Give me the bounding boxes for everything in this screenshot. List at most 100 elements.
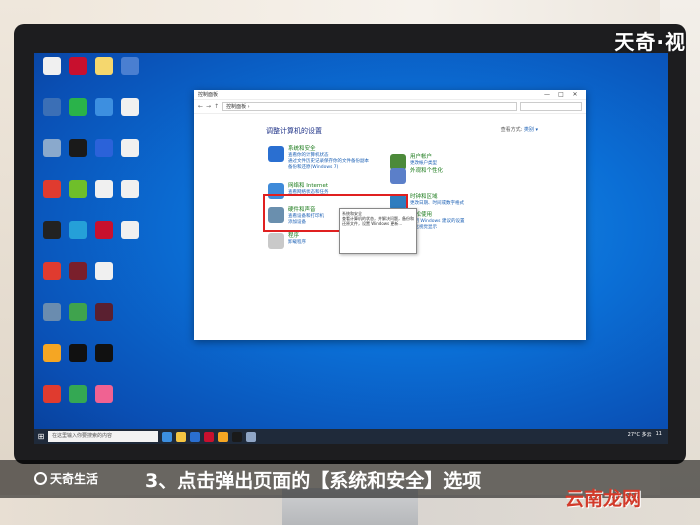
category-left-0[interactable]: 系统和安全 查看你的计算机状态 通过文件历史记录保存你的文件备份副本 备份和还原(Wi… bbox=[268, 146, 369, 171]
category-sub-link[interactable]: 更改帐户类型 bbox=[410, 161, 437, 167]
desktop-app-icon[interactable] bbox=[92, 98, 116, 116]
app-glyph-icon bbox=[95, 344, 113, 362]
taskbar-app-icon[interactable] bbox=[232, 431, 242, 442]
app-glyph-icon bbox=[121, 139, 139, 157]
taskbar-search-input[interactable]: 在这里输入你要搜索的内容 bbox=[48, 431, 158, 442]
app-glyph-icon bbox=[95, 57, 113, 75]
taskbar-app-icon[interactable] bbox=[190, 431, 200, 442]
desktop-app-icon[interactable] bbox=[118, 139, 142, 157]
category-title[interactable]: 轻松使用 bbox=[410, 212, 464, 219]
desktop-app-icon[interactable] bbox=[66, 57, 90, 75]
window-title: 控制面板 bbox=[198, 92, 219, 98]
desktop-app-icon[interactable] bbox=[40, 262, 64, 280]
desktop-app-icon[interactable] bbox=[66, 180, 90, 198]
category-title[interactable]: 外观和个性化 bbox=[410, 168, 443, 175]
category-sub-link[interactable]: 更改日期、时间或数字格式 bbox=[410, 201, 464, 207]
desktop-app-icon[interactable] bbox=[92, 303, 116, 321]
category-title[interactable]: 系统和安全 bbox=[288, 146, 369, 153]
desktop-app-icon[interactable] bbox=[66, 344, 90, 362]
desktop-app-icon[interactable] bbox=[92, 344, 116, 362]
category-icon bbox=[268, 146, 284, 162]
address-bar[interactable]: 控制面板 › bbox=[222, 102, 517, 111]
desktop-app-icon[interactable] bbox=[118, 221, 142, 239]
app-glyph-icon bbox=[69, 180, 87, 198]
app-glyph-icon bbox=[95, 180, 113, 198]
category-sub-link[interactable]: 卸载程序 bbox=[288, 240, 306, 246]
desktop-app-icon[interactable] bbox=[40, 303, 64, 321]
maximize-button[interactable]: □ bbox=[554, 91, 568, 98]
app-glyph-icon bbox=[121, 221, 139, 239]
up-arrow-icon[interactable]: ↑ bbox=[214, 103, 219, 110]
desktop-app-icon[interactable] bbox=[66, 139, 90, 157]
app-glyph-icon bbox=[43, 139, 61, 157]
category-title[interactable]: 网络和 Internet bbox=[288, 183, 329, 190]
taskbar-app-icon[interactable] bbox=[162, 431, 172, 442]
taskbar-app-icon[interactable] bbox=[246, 431, 256, 442]
app-glyph-icon bbox=[43, 344, 61, 362]
windows-start-icon[interactable]: ⊞ bbox=[34, 429, 48, 444]
desktop-app-icon[interactable] bbox=[40, 139, 64, 157]
desktop-app-icon[interactable] bbox=[92, 139, 116, 157]
desktop-app-icon[interactable] bbox=[66, 303, 90, 321]
desktop-app-icon[interactable] bbox=[40, 98, 64, 116]
forward-arrow-icon[interactable]: → bbox=[206, 103, 211, 110]
category-sub-link[interactable]: 备份和还原(Windows 7) bbox=[288, 165, 369, 171]
view-by-dropdown[interactable]: 类别 ▾ bbox=[524, 127, 538, 133]
category-title[interactable]: 程序 bbox=[288, 233, 306, 240]
desktop-app-icon[interactable] bbox=[66, 98, 90, 116]
app-glyph-icon bbox=[69, 221, 87, 239]
corner-watermark: 云南龙网 bbox=[565, 488, 642, 510]
clock-text[interactable]: 11 bbox=[656, 431, 662, 438]
desktop-app-icon[interactable] bbox=[66, 262, 90, 280]
minimize-button[interactable]: — bbox=[540, 91, 554, 98]
desktop-app-icon[interactable] bbox=[66, 221, 90, 239]
app-glyph-icon bbox=[95, 262, 113, 280]
view-by-label: 查看方式: bbox=[500, 127, 523, 133]
category-sub-link[interactable]: 优化视觉显示 bbox=[410, 225, 464, 231]
desktop-app-icon[interactable] bbox=[92, 57, 116, 75]
weather-text: 27°C 多云 bbox=[627, 432, 652, 438]
desktop-app-icon[interactable] bbox=[40, 180, 64, 198]
app-glyph-icon bbox=[121, 180, 139, 198]
desktop-app-icon[interactable] bbox=[92, 262, 116, 280]
desktop-app-icon[interactable] bbox=[66, 385, 90, 403]
taskbar-app-icon[interactable] bbox=[204, 431, 214, 442]
close-button[interactable]: ✕ bbox=[568, 91, 582, 98]
category-left-3[interactable]: 程序 卸载程序 bbox=[268, 233, 306, 249]
app-glyph-icon bbox=[43, 98, 61, 116]
desktop-app-icon[interactable] bbox=[92, 385, 116, 403]
search-input[interactable] bbox=[520, 102, 582, 111]
app-glyph-icon bbox=[69, 385, 87, 403]
caption-text: 3、点击弹出页面的【系统和安全】选项 bbox=[145, 470, 482, 492]
desktop-app-icon[interactable] bbox=[92, 180, 116, 198]
app-glyph-icon bbox=[43, 180, 61, 198]
desktop-app-icon[interactable] bbox=[118, 98, 142, 116]
app-glyph-icon bbox=[43, 303, 61, 321]
desktop-app-icon[interactable] bbox=[92, 221, 116, 239]
desktop-app-icon[interactable] bbox=[40, 57, 64, 75]
desktop-app-icon[interactable] bbox=[40, 344, 64, 362]
taskbar-app-icon[interactable] bbox=[218, 431, 228, 442]
app-glyph-icon bbox=[69, 262, 87, 280]
app-glyph-icon bbox=[43, 221, 61, 239]
desktop-app-icon[interactable] bbox=[40, 221, 64, 239]
desktop-app-icon[interactable] bbox=[40, 385, 64, 403]
brand-logo: 天奇生活 bbox=[34, 470, 98, 487]
app-glyph-icon bbox=[95, 221, 113, 239]
back-arrow-icon[interactable]: ← bbox=[198, 103, 203, 110]
app-glyph-icon bbox=[95, 98, 113, 116]
video-watermark: 天奇·视 bbox=[614, 30, 686, 54]
category-title[interactable]: 时钟和区域 bbox=[410, 194, 464, 201]
category-icon bbox=[390, 168, 406, 184]
taskbar-apps bbox=[158, 431, 256, 442]
taskbar-app-icon[interactable] bbox=[176, 431, 186, 442]
category-title[interactable]: 用户帐户 bbox=[410, 154, 437, 161]
desktop-app-icon[interactable] bbox=[118, 180, 142, 198]
app-glyph-icon bbox=[69, 303, 87, 321]
category-right-1[interactable]: 外观和个性化 bbox=[390, 168, 443, 184]
app-glyph-icon bbox=[43, 57, 61, 75]
system-tray: 27°C 多云 11 bbox=[628, 431, 662, 438]
desktop-app-icon[interactable] bbox=[118, 57, 142, 75]
app-glyph-icon bbox=[95, 303, 113, 321]
page-heading: 调整计算机的设置 bbox=[266, 127, 322, 135]
